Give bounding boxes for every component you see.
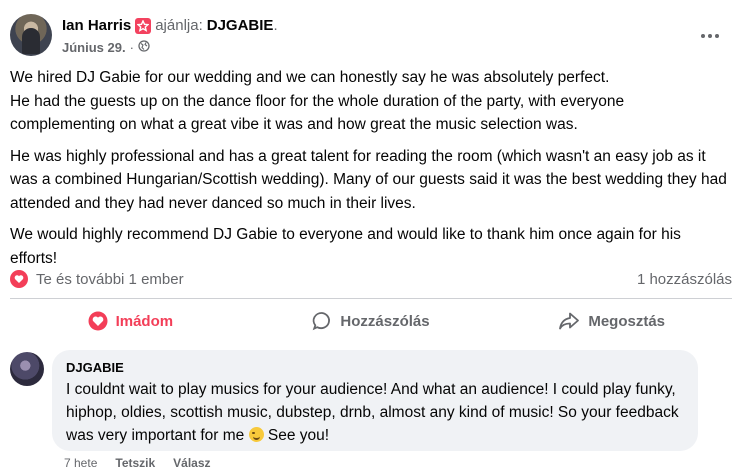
recommend-badge-icon [135, 17, 152, 34]
comment-like-button[interactable]: Tetszik [115, 456, 155, 470]
love-button-label: Imádom [115, 312, 174, 330]
comment-button[interactable]: Hozzászólás [251, 303, 492, 339]
page-name-link[interactable]: DJGABIE [207, 17, 274, 34]
comment-time[interactable]: 7 hete [64, 456, 97, 470]
commenter-name[interactable]: DJGABIE [66, 360, 684, 375]
header-title: Ian Harris ajánlja: DJGABIE . [62, 17, 278, 34]
comment-meta: 7 hete Tetszik Válasz [64, 456, 211, 470]
comments-count[interactable]: 1 hozzászólás [637, 271, 732, 288]
commenter-avatar[interactable] [10, 352, 44, 386]
post-body: We hired DJ Gabie for our wedding and we… [10, 66, 730, 278]
comment-reply-button[interactable]: Válasz [173, 456, 210, 470]
comment-text-main: I couldnt wait to play musics for your a… [66, 381, 679, 444]
actions-divider [10, 298, 732, 299]
share-button[interactable]: Megosztás [491, 303, 732, 339]
post-meta: Június 29. · [62, 40, 150, 55]
reactions-bar: Te és további 1 ember 1 hozzászólás [10, 266, 732, 292]
more-options-button[interactable] [695, 24, 725, 48]
post-paragraph-1: We hired DJ Gabie for our wedding and we… [10, 69, 625, 133]
globe-icon [138, 40, 150, 55]
comment-bubble-icon [313, 312, 331, 331]
heart-icon [88, 311, 108, 331]
love-button[interactable]: Imádom [10, 303, 251, 339]
share-button-label: Megosztás [588, 312, 666, 330]
post-paragraph-2: He was highly professional and has a gre… [10, 147, 727, 212]
action-bar: Imádom Hozzászólás Megosztás [10, 303, 732, 339]
meta-separator: · [129, 40, 134, 55]
more-horizontal-icon [701, 34, 719, 38]
share-arrow-icon [559, 312, 580, 330]
title-period: . [273, 17, 278, 34]
recommends-label: ajánlja: [155, 17, 203, 34]
post-header: Ian Harris ajánlja: DJGABIE . Június 29.… [10, 14, 729, 58]
comment-text: I couldnt wait to play musics for your a… [66, 378, 684, 447]
author-name[interactable]: Ian Harris [62, 17, 131, 34]
comment-text-end: See you! [263, 427, 330, 444]
author-avatar[interactable] [10, 14, 52, 56]
post-date[interactable]: Június 29. [62, 40, 126, 55]
comment-button-label: Hozzászólás [340, 312, 430, 330]
love-reaction-icon [10, 270, 28, 288]
reactions-summary[interactable]: Te és további 1 ember [36, 271, 637, 288]
comment-bubble: DJGABIE I couldnt wait to play musics fo… [52, 350, 698, 451]
wink-emoji-icon [248, 427, 264, 442]
post-paragraph-3: We would highly recommend DJ Gabie to ev… [10, 226, 681, 267]
